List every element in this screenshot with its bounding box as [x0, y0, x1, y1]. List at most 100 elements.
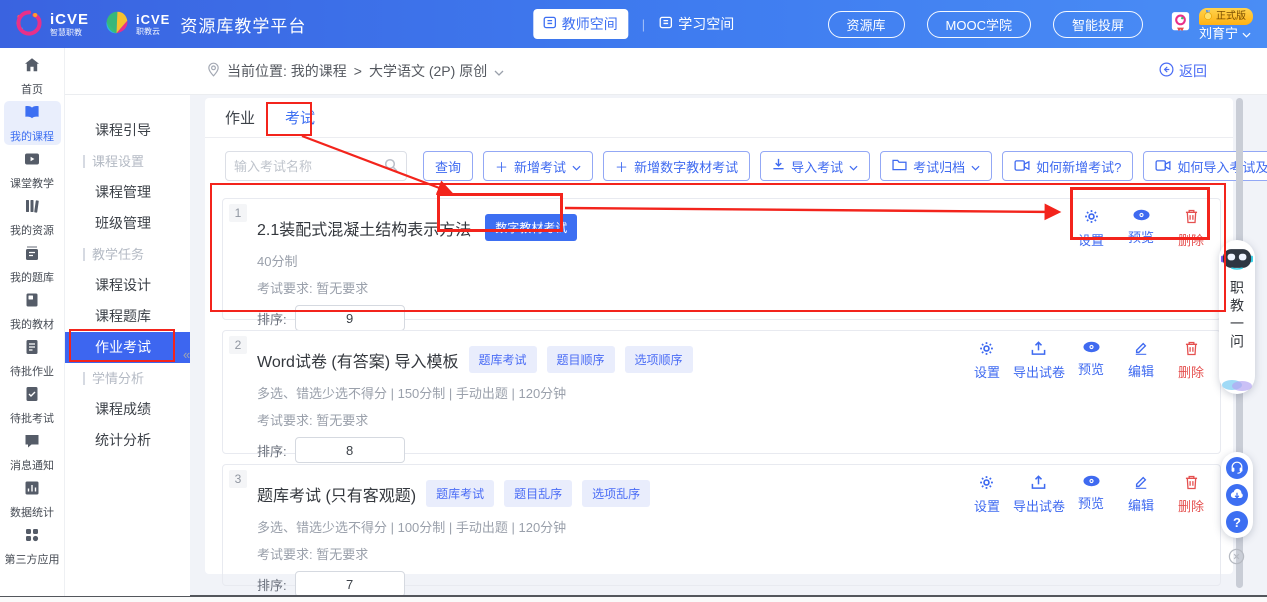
- tab-homework[interactable]: 作业: [225, 107, 255, 128]
- query-button[interactable]: 查询: [423, 151, 473, 181]
- how-to-add-exam-button[interactable]: 如何新增考试?: [1002, 151, 1133, 181]
- preview-button[interactable]: 预览: [1066, 475, 1116, 515]
- import-exam-button[interactable]: 导入考试: [760, 151, 870, 181]
- exam-meta: 多选、错选少选不得分 | 150分制 | 手动出题 | 120分钟: [257, 383, 1204, 402]
- nav-learn-space[interactable]: 学习空间: [659, 14, 734, 34]
- mooc-academy-button[interactable]: MOOC学院: [927, 11, 1031, 38]
- rail-item-notifications[interactable]: 消息通知: [4, 430, 61, 474]
- username: 刘育宁: [1199, 27, 1238, 40]
- brand1-sub: 智慧职教: [50, 29, 89, 37]
- rail-item-home[interactable]: 首页: [4, 54, 61, 98]
- breadcrumb-separator: >: [354, 63, 362, 79]
- tab-exam[interactable]: 考试: [285, 107, 315, 128]
- pending-homework-icon: [23, 338, 41, 359]
- assistant-label: 职教一问: [1227, 280, 1247, 352]
- preview-button[interactable]: 预览: [1116, 209, 1166, 249]
- folder-icon: [892, 159, 907, 174]
- rail-item-pending-exams[interactable]: 待批考试: [4, 383, 61, 427]
- export-paper-button[interactable]: 导出试卷: [1012, 475, 1066, 515]
- chevron-down-icon: [572, 159, 581, 174]
- delete-button[interactable]: 删除: [1166, 209, 1216, 249]
- sidebar-section-teaching-tasks: 教学任务: [65, 239, 190, 270]
- sidebar-item-course-management[interactable]: 课程管理: [65, 177, 190, 208]
- add-digital-textbook-exam-button[interactable]: ＋ 新增数字教材考试: [603, 151, 750, 181]
- add-exam-button[interactable]: ＋ 新增考试: [483, 151, 593, 181]
- icve-logo: iCVE 智慧职教: [14, 8, 89, 41]
- badge-question-order: 题目顺序: [547, 346, 615, 373]
- zhijiaoyun-logo: iCVE 职教云: [103, 9, 170, 39]
- sort-label: 排序:: [257, 309, 287, 328]
- sidebar-item-course-grades[interactable]: 课程成绩: [65, 394, 190, 425]
- exam-title[interactable]: 2.1装配式混凝土结构表示方法: [257, 216, 471, 240]
- sidebar-item-course-question-bank[interactable]: 课程题库: [65, 301, 190, 332]
- exam-title[interactable]: 题库考试 (只有客观题): [257, 482, 416, 506]
- sidebar-section-learning-analysis: 学情分析: [65, 363, 190, 394]
- download-button[interactable]: [1226, 484, 1248, 506]
- badge-digital-textbook-exam: 数字教材考试: [485, 214, 577, 241]
- nav-teacher-space[interactable]: 教师空间: [533, 9, 628, 39]
- user-menu[interactable]: 刘育宁: [1199, 27, 1251, 40]
- sidebar-item-statistical-analysis[interactable]: 统计分析: [65, 425, 190, 456]
- brand2-sub: 职教云: [136, 28, 170, 36]
- eye-icon: [1083, 475, 1100, 487]
- exam-meta: 40分制: [257, 251, 1204, 270]
- rail-item-my-courses[interactable]: 我的课程: [4, 101, 61, 145]
- sort-input[interactable]: [295, 571, 405, 597]
- rail-item-my-question-bank[interactable]: 我的题库: [4, 242, 61, 286]
- export-paper-button[interactable]: 导出试卷: [1012, 341, 1066, 381]
- exam-actions: 设置 预览 删除: [1066, 209, 1216, 249]
- customer-service-button[interactable]: [1226, 457, 1248, 479]
- sidebar-item-homework-exam[interactable]: 作业考试: [65, 332, 190, 363]
- nav-divider: |: [642, 17, 645, 32]
- certificate-icon[interactable]: [1171, 11, 1190, 37]
- question-bank-icon: [23, 244, 41, 265]
- settings-button[interactable]: 设置: [1066, 209, 1116, 249]
- eye-icon: [1083, 341, 1100, 353]
- exam-title[interactable]: Word试卷 (有答案) 导入模板: [257, 348, 459, 372]
- how-to-import-exam-button[interactable]: 如何导入考试及归档?: [1143, 151, 1267, 181]
- exam-index: 3: [229, 470, 247, 488]
- sidebar-item-class-management[interactable]: 班级管理: [65, 208, 190, 239]
- gear-icon: [1084, 209, 1099, 224]
- back-label: 返回: [1179, 61, 1207, 81]
- chevron-down-icon[interactable]: [494, 63, 504, 79]
- settings-button[interactable]: 设置: [962, 475, 1012, 515]
- search-input[interactable]: [234, 159, 384, 174]
- resource-library-button[interactable]: 资源库: [828, 11, 905, 38]
- rail-item-my-resources[interactable]: 我的资源: [4, 195, 61, 239]
- headset-icon: [1230, 460, 1244, 477]
- sort-input[interactable]: [295, 437, 405, 463]
- message-icon: [23, 432, 41, 453]
- preview-button[interactable]: 预览: [1066, 341, 1116, 381]
- assistant-widget[interactable]: 职教一问: [1219, 240, 1255, 394]
- exam-requirement: 考试要求: 暂无要求: [257, 544, 1204, 563]
- rail-item-pending-homework[interactable]: 待批作业: [4, 336, 61, 380]
- sidebar-item-course-guide[interactable]: 课程引导: [65, 115, 190, 146]
- delete-button[interactable]: 删除: [1166, 475, 1216, 515]
- rail-item-third-party-apps[interactable]: 第三方应用: [4, 524, 61, 568]
- settings-button[interactable]: 设置: [962, 341, 1012, 381]
- sidebar-collapse-icon[interactable]: «: [183, 347, 190, 362]
- breadcrumb-current-course[interactable]: 大学语文 (2P) 原创: [369, 61, 487, 81]
- rail-item-my-textbooks[interactable]: 我的教材: [4, 289, 61, 333]
- exam-search[interactable]: [225, 151, 407, 181]
- delete-button[interactable]: 删除: [1166, 341, 1216, 381]
- help-button[interactable]: ?: [1226, 511, 1248, 533]
- zhijiaoyun-logo-icon: [103, 9, 130, 39]
- gear-icon: [979, 475, 994, 490]
- rail-item-data-statistics[interactable]: 数据统计: [4, 477, 61, 521]
- sort-input[interactable]: [295, 305, 405, 331]
- exam-requirement: 考试要求: 暂无要求: [257, 410, 1204, 429]
- edit-button[interactable]: 编辑: [1116, 341, 1166, 381]
- export-icon: [1031, 475, 1046, 490]
- smart-cast-button[interactable]: 智能投屏: [1053, 11, 1143, 38]
- exam-actions: 设置 导出试卷 预览 编辑 删除: [962, 341, 1216, 381]
- version-badge: 正式版: [1199, 8, 1253, 25]
- sidebar-item-course-design[interactable]: 课程设计: [65, 270, 190, 301]
- rail-item-classroom-teaching[interactable]: 课堂教学: [4, 148, 61, 192]
- back-button[interactable]: 返回: [1159, 61, 1207, 81]
- edit-button[interactable]: 编辑: [1116, 475, 1166, 515]
- exam-archive-button[interactable]: 考试归档: [880, 151, 992, 181]
- exam-card-2: 2 Word试卷 (有答案) 导入模板 题库考试 题目顺序 选项顺序 多选、错选…: [222, 330, 1221, 454]
- close-circle-icon[interactable]: [1228, 548, 1245, 568]
